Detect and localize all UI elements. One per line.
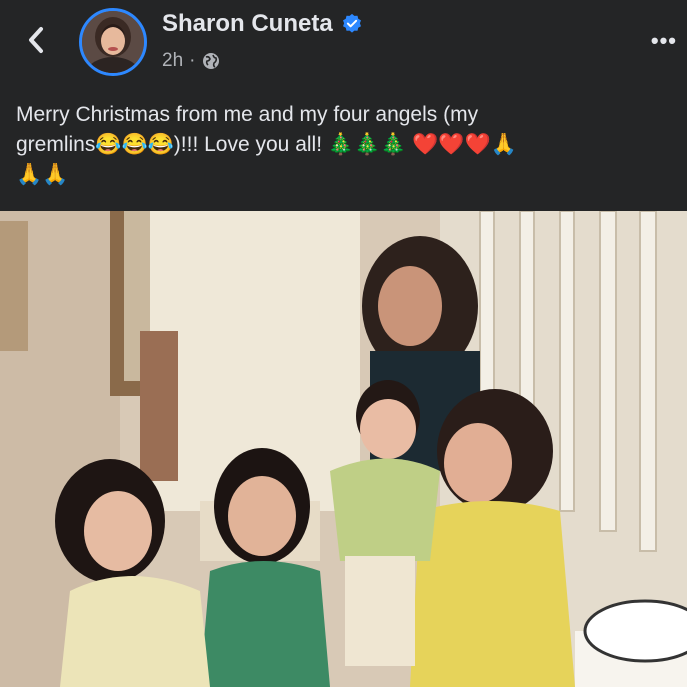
post-time[interactable]: 2h: [162, 50, 183, 72]
verified-badge-icon: [342, 13, 361, 33]
globe-icon[interactable]: [201, 51, 221, 71]
post-meta: 2h ·: [162, 50, 221, 72]
caption-line-3: 🙏🙏: [16, 163, 69, 186]
chevron-left-icon: [29, 27, 43, 53]
post-photo[interactable]: [0, 211, 687, 687]
caption-line-1: Merry Christmas from me and my four ange…: [16, 103, 479, 126]
avatar-image: [82, 11, 144, 73]
back-button[interactable]: [18, 22, 54, 58]
meta-separator: ·: [189, 50, 196, 71]
post-header: Sharon Cuneta 2h · •••: [0, 0, 687, 92]
more-options-icon[interactable]: •••: [651, 28, 677, 54]
post-caption: Merry Christmas from me and my four ange…: [16, 100, 676, 190]
family-photo: [0, 211, 687, 687]
avatar[interactable]: [79, 8, 147, 76]
caption-line-2: gremlins😂😂😂)!!! Love you all! 🎄🎄🎄 ❤️❤️❤️…: [16, 133, 517, 156]
author-name-text[interactable]: Sharon Cuneta: [162, 10, 333, 38]
author-name[interactable]: Sharon Cuneta: [162, 10, 363, 38]
